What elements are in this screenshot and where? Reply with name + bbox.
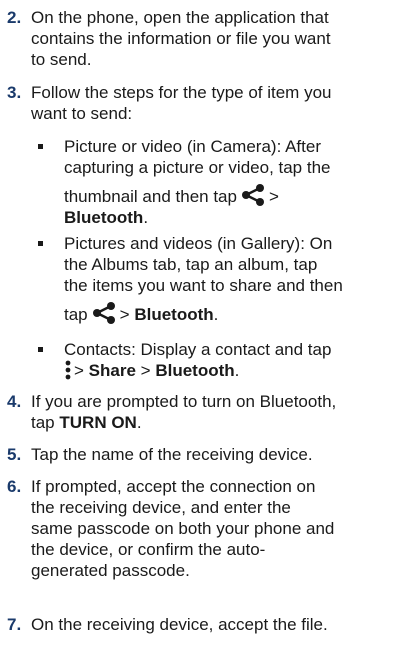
step-line: On the receiving device, accept the file…	[31, 615, 328, 634]
step-text: On the phone, open the application that …	[31, 7, 395, 70]
step-text: Follow the steps for the type of item yo…	[31, 82, 395, 124]
step-line-text: tap	[31, 413, 55, 432]
step-number: 6.	[7, 477, 22, 496]
share-icon	[241, 184, 264, 206]
period: .	[143, 208, 149, 227]
bullet-line: Pictures and videos (in Gallery): On	[64, 234, 333, 253]
step-line: the receiving device, and enter the	[31, 498, 291, 517]
bluetooth-label: Bluetooth	[134, 305, 214, 324]
step-number: 5.	[7, 445, 22, 464]
bullet-line: tap > Bluetooth.	[64, 302, 396, 325]
bullet-marker	[38, 144, 43, 149]
bluetooth-label: Bluetooth	[64, 208, 144, 227]
period: .	[136, 413, 142, 432]
step-line: contains the information or file you wan…	[31, 29, 331, 48]
bullet-line: Picture or video (in Camera): After	[64, 137, 321, 156]
step-line: tap TURN ON.	[31, 412, 395, 433]
step-text: If you are prompted to turn on Bluetooth…	[31, 391, 395, 433]
share-icon	[92, 302, 115, 324]
share-label: Share	[88, 361, 136, 380]
bullet-line-text: tap	[64, 305, 88, 324]
separator: >	[119, 305, 130, 324]
step-line: want to send:	[31, 104, 133, 123]
step-line: same passcode on both your phone and	[31, 519, 335, 538]
turn-on-label: TURN ON	[59, 413, 137, 432]
bullet-line: > Share > Bluetooth.	[64, 360, 396, 381]
step-text: On the receiving device, accept the file…	[31, 614, 395, 635]
step-line: the device, or confirm the auto-	[31, 540, 266, 559]
menu-more-icon	[65, 360, 71, 380]
step-text: Tap the name of the receiving device.	[31, 444, 395, 465]
bullet-line-text: thumbnail and then tap	[64, 187, 237, 206]
step-line: Tap the name of the receiving device.	[31, 445, 313, 464]
bullet-line: thumbnail and then tap >	[64, 184, 396, 207]
period: .	[213, 305, 219, 324]
step-text: If prompted, accept the connection on th…	[31, 476, 395, 581]
bullet-line: the Albums tab, tap an album, tap	[64, 255, 318, 274]
step-line: generated passcode.	[31, 561, 190, 580]
bullet-text: Picture or video (in Camera): After capt…	[64, 136, 396, 228]
bluetooth-label: Bluetooth	[155, 361, 235, 380]
bullet-line: Bluetooth.	[64, 207, 396, 228]
step-number: 7.	[7, 615, 22, 634]
separator: >	[74, 361, 84, 380]
bullet-line: capturing a picture or video, tap the	[64, 158, 331, 177]
period: .	[234, 361, 240, 380]
step-line: If prompted, accept the connection on	[31, 477, 316, 496]
step-line: Follow the steps for the type of item yo…	[31, 83, 332, 102]
bullet-line: Contacts: Display a contact and tap	[64, 340, 332, 359]
step-number: 4.	[7, 392, 22, 411]
separator: >	[140, 361, 151, 380]
step-line: On the phone, open the application that	[31, 8, 329, 27]
bullet-marker	[38, 347, 43, 352]
bullet-text: Contacts: Display a contact and tap > Sh…	[64, 339, 396, 381]
step-number: 3.	[7, 83, 22, 102]
bullet-marker	[38, 241, 43, 246]
step-number: 2.	[7, 8, 22, 27]
bullet-text: Pictures and videos (in Gallery): On the…	[64, 233, 396, 325]
step-line: If you are prompted to turn on Bluetooth…	[31, 392, 337, 411]
separator: >	[268, 187, 279, 206]
bullet-line: the items you want to share and then	[64, 276, 343, 295]
step-line: to send.	[31, 50, 92, 69]
